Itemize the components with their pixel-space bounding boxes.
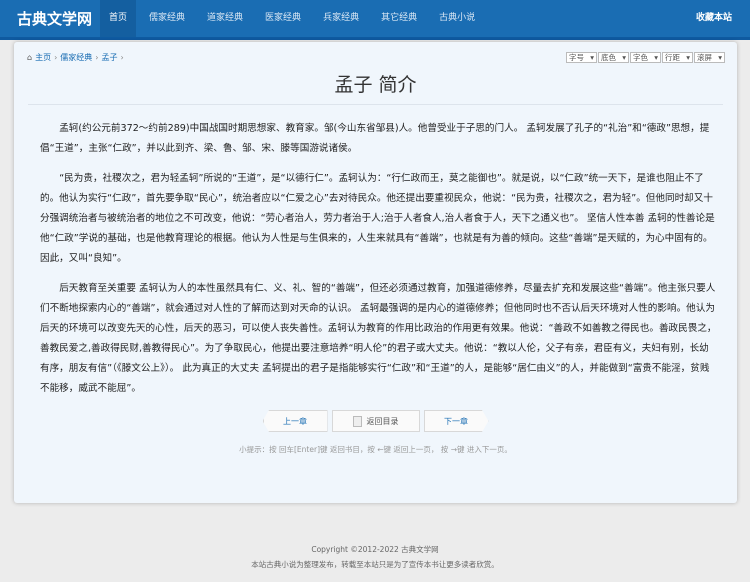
- font-size-select[interactable]: 字号 ▾: [566, 52, 597, 63]
- nav-novels[interactable]: 古典小说: [430, 0, 484, 37]
- select-label: 字色: [633, 53, 648, 62]
- copyright: Copyright ©2012-2022 古典文学网: [311, 545, 439, 554]
- select-label: 底色: [601, 53, 616, 62]
- paragraph: “民为贵，社稷次之，君为轻孟轲”所说的“王道”，是“以德行仁”。孟轲认为：“行仁…: [40, 173, 715, 264]
- dropdown-arrow-icon: ▾: [718, 53, 722, 62]
- dropdown-arrow-icon: ▾: [654, 53, 658, 62]
- nav-medical[interactable]: 医家经典: [256, 0, 310, 37]
- nav-taoist[interactable]: 道家经典: [198, 0, 252, 37]
- button-label: 返回目录: [366, 416, 399, 426]
- document-icon: [352, 415, 362, 427]
- dropdown-arrow-icon: ▾: [686, 53, 690, 62]
- autoscroll-select[interactable]: 滚屏 ▾: [694, 52, 725, 63]
- select-label: 字号: [569, 53, 584, 62]
- home-icon: ⌂: [27, 53, 33, 62]
- line-height-select[interactable]: 行距 ▾: [662, 52, 693, 63]
- breadcrumb: ⌂ 主页 › 儒家经典 › 孟子 ›: [27, 52, 124, 63]
- select-label: 行距: [665, 53, 680, 62]
- breadcrumb-category[interactable]: 儒家经典: [60, 52, 92, 63]
- site-logo[interactable]: 古典文学网: [0, 8, 100, 29]
- nav-military[interactable]: 兵家经典: [314, 0, 368, 37]
- back-to-index-button[interactable]: 返回目录: [331, 410, 420, 432]
- top-navbar: 古典文学网 首页 儒家经典 道家经典 医家经典 兵家经典 其它经典 古典小说 收…: [0, 0, 750, 40]
- breadcrumb-separator: ›: [95, 53, 99, 62]
- article-body: 孟轲(约公元前372～约前289)中国战国时期思想家、教育家。邹(今山东省邹县)…: [40, 119, 717, 409]
- page-title: 孟子 简介: [334, 74, 417, 96]
- background-color-select[interactable]: 底色 ▾: [598, 52, 629, 63]
- breadcrumb-home[interactable]: 主页: [35, 52, 51, 63]
- paragraph: 孟轲(约公元前372～约前289)中国战国时期思想家、教育家。邹(今山东省邹县)…: [40, 123, 710, 154]
- next-chapter-button[interactable]: 下一章: [423, 410, 489, 432]
- chapter-navigation: 上一章 返回目录 下一章: [14, 410, 737, 432]
- footer: Copyright ©2012-2022 古典文学网 本站古典小说为整理发布，转…: [0, 542, 750, 572]
- nav-home[interactable]: 首页: [100, 0, 137, 37]
- select-label: 滚屏: [697, 53, 712, 62]
- prev-chapter-button[interactable]: 上一章: [262, 410, 328, 432]
- footer-note: 本站古典小说为整理发布，转载至本站只是为了宣传本书让更多读者欣赏。: [251, 560, 499, 569]
- content-card: ⌂ 主页 › 儒家经典 › 孟子 › 字号 ▾ 底色 ▾ 字色 ▾ 行距 ▾ 滚屏 ▾ 孟子 简…: [14, 42, 737, 503]
- keyboard-tip: 小提示：按 回车[Enter]键 返回书目，按 ←键 返回上一页， 按 →键 进…: [239, 445, 512, 454]
- breadcrumb-separator: ›: [54, 53, 58, 62]
- font-color-select[interactable]: 字色 ▾: [630, 52, 661, 63]
- nav-other[interactable]: 其它经典: [372, 0, 426, 37]
- dropdown-arrow-icon: ▾: [590, 53, 594, 62]
- reader-settings: 字号 ▾ 底色 ▾ 字色 ▾ 行距 ▾ 滚屏 ▾: [566, 52, 725, 63]
- breadcrumb-book[interactable]: 孟子: [101, 52, 117, 63]
- dropdown-arrow-icon: ▾: [622, 53, 626, 62]
- nav-confucian[interactable]: 儒家经典: [140, 0, 194, 37]
- divider: [28, 104, 723, 105]
- breadcrumb-separator: ›: [120, 53, 124, 62]
- bookmark-site-link[interactable]: 收藏本站: [696, 0, 732, 37]
- paragraph: 后天教育至关重要 孟轲认为人的本性虽然具有仁、义、礼、智的“善端”，但还必须通过…: [40, 283, 717, 394]
